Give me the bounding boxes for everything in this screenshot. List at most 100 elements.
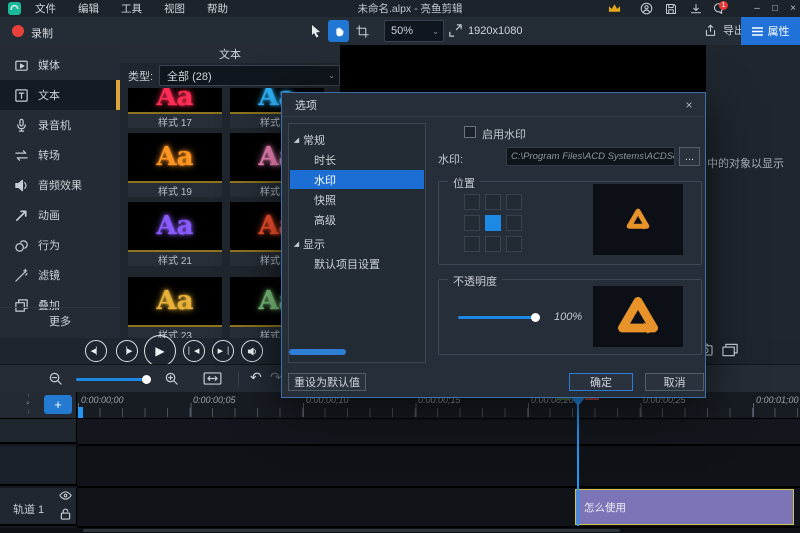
close-button[interactable]: ×: [784, 0, 800, 16]
cancel-button[interactable]: 取消: [645, 373, 704, 391]
enable-watermark-label: 启用水印: [482, 126, 526, 142]
zoom-in-icon[interactable]: [164, 371, 179, 386]
sidebar-item-behaviors[interactable]: 行为: [0, 230, 120, 260]
go-to-end-button[interactable]: ▶▕: [212, 340, 234, 362]
sidebar-item-text[interactable]: 文本: [0, 80, 120, 110]
menu-view[interactable]: 视图: [153, 0, 196, 17]
position-cell-top-right[interactable]: [506, 194, 522, 210]
media-icon: [14, 58, 29, 73]
go-to-start-button[interactable]: ▏◀: [183, 340, 205, 362]
position-cell-bottom-right[interactable]: [506, 236, 522, 252]
enable-watermark-checkbox[interactable]: [464, 126, 476, 138]
tree-item-duration[interactable]: 时长: [290, 150, 424, 169]
position-cell-middle-left[interactable]: [464, 215, 480, 231]
opacity-group-label: 不透明度: [448, 273, 502, 289]
record-button[interactable]: [12, 25, 24, 37]
timeline-scrollbar-handle[interactable]: [83, 529, 620, 532]
play-button[interactable]: ▶: [144, 335, 176, 367]
position-cell-top-left[interactable]: [464, 194, 480, 210]
menu-edit[interactable]: 编辑: [67, 0, 110, 17]
zoom-level-dropdown[interactable]: 50% ⌄: [384, 20, 444, 42]
notification-badge: 1: [719, 1, 728, 10]
reset-defaults-button[interactable]: 重设为默认值: [288, 373, 366, 391]
clip-start-marker: [78, 407, 83, 418]
volume-button[interactable]: [241, 340, 263, 362]
zoom-out-icon[interactable]: [48, 371, 63, 386]
menu-help[interactable]: 帮助: [196, 0, 239, 17]
fit-timeline-icon[interactable]: [203, 372, 222, 385]
sidebar-item-recorder[interactable]: 录音机: [0, 110, 120, 140]
undo-button[interactable]: ↶: [250, 369, 262, 386]
lane-1-header: [0, 419, 77, 444]
tree-horizontal-scrollbar[interactable]: [289, 349, 346, 355]
opacity-preview: [593, 286, 683, 347]
sidebar-more-button[interactable]: 更多: [0, 307, 120, 334]
properties-button[interactable]: 属性: [741, 17, 800, 45]
timeline-lane-2[interactable]: [77, 446, 800, 488]
chevron-down-icon: ⌄: [328, 71, 339, 80]
lane-2-header: [0, 446, 77, 486]
menu-tools[interactable]: 工具: [110, 0, 153, 17]
redo-button[interactable]: ↷: [270, 369, 282, 386]
style-tile-23[interactable]: Aa 样式 23: [128, 277, 222, 338]
browse-button[interactable]: ...: [679, 147, 700, 166]
menu-file[interactable]: 文件: [24, 0, 67, 17]
sidebar-item-animation[interactable]: 动画: [0, 200, 120, 230]
playhead-line[interactable]: [577, 405, 579, 526]
tree-item-display[interactable]: ◢显示: [290, 234, 424, 253]
hand-pan-tool[interactable]: [328, 20, 349, 42]
add-track-button[interactable]: +: [44, 395, 72, 414]
maximize-button[interactable]: □: [766, 0, 784, 16]
eye-icon[interactable]: [59, 490, 72, 501]
prev-frame-button[interactable]: ◀▏: [85, 340, 107, 362]
opacity-slider-handle[interactable]: [531, 313, 540, 322]
sidebar-item-audio-effects[interactable]: 音频效果: [0, 170, 120, 200]
save-icon[interactable]: [663, 1, 679, 16]
opacity-slider[interactable]: [458, 316, 538, 319]
style-tile-19[interactable]: Aa 样式 19: [128, 133, 222, 197]
timeline-zoom-slider-handle[interactable]: [142, 375, 151, 384]
sidebar-item-transitions[interactable]: 转场: [0, 140, 120, 170]
tree-expanded-icon[interactable]: ◢: [290, 136, 303, 144]
tree-item-default-project-settings[interactable]: 默认项目设置: [290, 254, 424, 273]
position-cell-top-center[interactable]: [485, 194, 501, 210]
position-cell-center-selected[interactable]: [485, 215, 501, 231]
options-tree: ◢常规 时长 水印 快照 高级 ◢显示 默认项目设置: [288, 123, 426, 363]
account-icon[interactable]: [638, 1, 654, 16]
vertical-zoom-control[interactable]: ↑⌕↓: [22, 393, 34, 417]
luxea-logo-icon: [615, 294, 661, 340]
position-cell-bottom-left[interactable]: [464, 236, 480, 252]
dialog-close-icon[interactable]: ×: [681, 97, 697, 113]
timeline-clip[interactable]: 怎么使用: [575, 489, 794, 525]
select-cursor-tool[interactable]: [306, 21, 326, 41]
lock-icon[interactable]: [60, 508, 71, 520]
watermark-path-input[interactable]: C:\Program Files\ACD Systems\ACDSee Lux: [506, 147, 675, 166]
timeline-zoom-slider[interactable]: [76, 378, 150, 381]
tree-item-watermark[interactable]: 水印: [290, 170, 424, 189]
sidebar-item-media[interactable]: 媒体: [0, 50, 120, 80]
timeline-scrollbar[interactable]: [0, 528, 800, 533]
vip-crown-icon[interactable]: [606, 1, 622, 16]
minimize-button[interactable]: –: [748, 0, 766, 16]
tree-expanded-icon[interactable]: ◢: [290, 240, 303, 248]
properties-empty-hint: 中的对象以显示: [707, 155, 784, 171]
sidebar-item-filters[interactable]: 滤镜: [0, 260, 120, 290]
dialog-title: 选项: [282, 93, 705, 117]
style-tile-17[interactable]: Aa 样式 17: [128, 88, 222, 128]
tree-item-advanced[interactable]: 高级: [290, 210, 424, 229]
frames-icon[interactable]: [722, 343, 739, 357]
position-cell-middle-right[interactable]: [506, 215, 522, 231]
main-toolbar: 录制 50% ⌄ 1920x1080 导出视频 属性: [0, 17, 800, 46]
tree-item-general[interactable]: ◢常规: [290, 130, 424, 149]
crop-tool[interactable]: [352, 21, 372, 41]
style-tile-21[interactable]: Aa 样式 21: [128, 202, 222, 266]
tree-item-snapshot[interactable]: 快照: [290, 190, 424, 209]
next-frame-button[interactable]: ▕▶: [116, 340, 138, 362]
position-cell-bottom-center[interactable]: [485, 236, 501, 252]
timeline-lane-1[interactable]: [77, 419, 800, 446]
type-dropdown[interactable]: 全部 (28) ⌄: [159, 65, 340, 86]
ok-button[interactable]: 确定: [569, 373, 633, 391]
record-label[interactable]: 录制: [31, 25, 53, 41]
zoom-level-value: 50%: [391, 25, 413, 37]
download-icon[interactable]: [688, 1, 704, 16]
